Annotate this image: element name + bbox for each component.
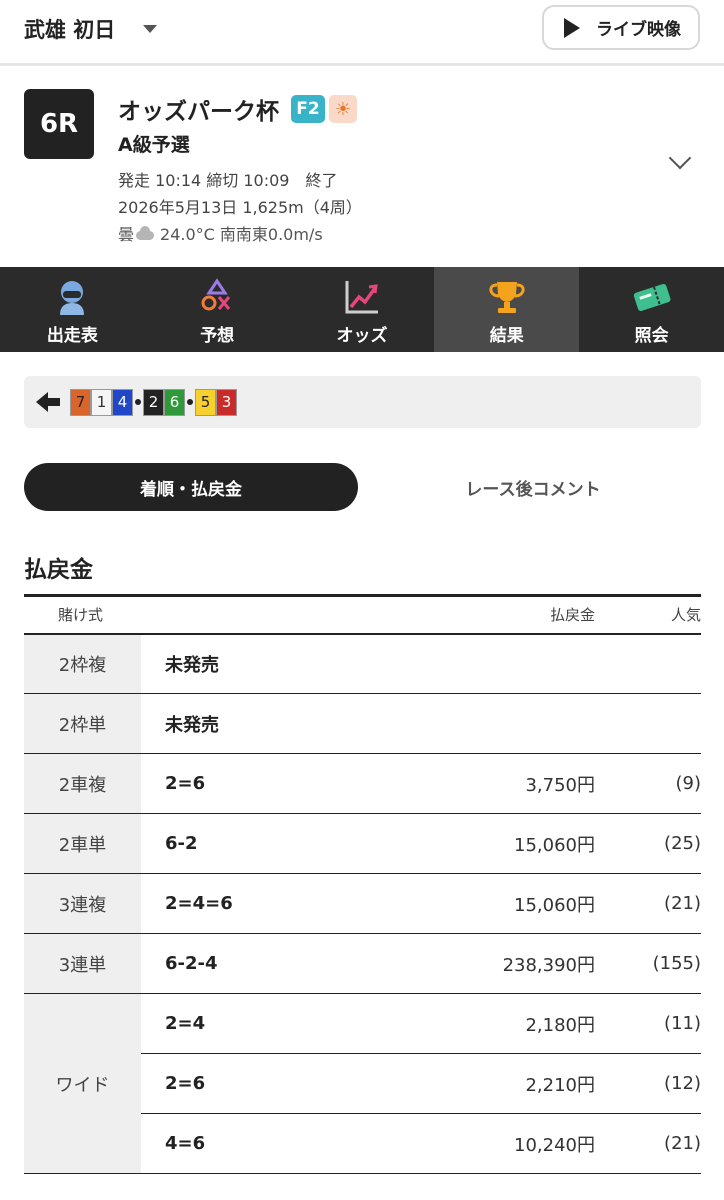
race-class: A級予選 [118,134,190,156]
top-bar: 武雄 初日 ライブ映像 [0,0,724,60]
table-row: 3連複 2=4=6 15,060円 (21) [24,873,701,934]
header-payout: 払戻金 [380,594,619,635]
bet-type: 2車単 [24,813,141,874]
header-combination [141,594,380,635]
payout-section-title: 払戻金 [24,557,93,583]
tab-prediction[interactable]: 予想 [145,267,290,352]
table-row: 2車複 2=6 3,750円 (9) [24,753,701,814]
tab-label: 結果 [489,326,524,346]
tab-odds[interactable]: オッズ [290,267,435,352]
combination: 未発売 [141,693,380,754]
payout-amount: 10,240円 [380,1113,619,1174]
bet-type: 2車複 [24,753,141,814]
cloud-icon [136,226,155,240]
popularity: (21) [619,1113,701,1174]
finish-order-strip: 7 1 4 2 6 5 3 [24,376,701,428]
bet-type: 3連複 [24,873,141,934]
combination: 6-2-4 [141,933,380,994]
payout-amount: 15,060円 [380,813,619,874]
separator-dot [187,399,193,405]
ticket-icon [632,277,672,317]
live-video-label: ライブ映像 [596,20,681,40]
bet-type: 3連単 [24,933,141,994]
payout-amount: 2,210円 [380,1053,619,1114]
tab-label: オッズ [336,326,388,346]
payout-amount: 3,750円 [380,753,619,814]
header-popularity: 人気 [619,594,701,635]
header-bet-type: 賭け式 [24,594,141,635]
payout-amount: 15,060円 [380,873,619,934]
sun-icon: ☀ [329,95,357,123]
payout-header-row: 賭け式 払戻金 人気 [24,594,701,635]
arrow-left-icon [36,392,60,412]
separator-dot [135,399,141,405]
table-row: 2車単 6-2 15,060円 (25) [24,813,701,874]
tab-navigation: 出走表 予想 オッズ 結果 照会 [0,267,724,352]
tab-label: 予想 [200,326,235,346]
tab-label: 照会 [634,326,669,346]
popularity: (155) [619,933,701,994]
venue-day-selector[interactable]: 武雄 初日 [24,14,158,44]
payout-amount [380,633,619,694]
race-number-badge: 6R [24,89,94,159]
chevron-down-icon[interactable] [668,146,692,170]
combination: 2=6 [141,753,380,814]
race-title: オッズパーク杯 [118,99,279,125]
segment-post-race-comment[interactable]: レース後コメント [366,463,700,511]
play-icon [564,17,580,38]
combination: 2=4 [141,993,380,1054]
live-video-button[interactable]: ライブ映像 [542,5,700,50]
payout-amount: 238,390円 [380,933,619,994]
bike-number-chip: 6 [164,388,185,416]
popularity: (12) [619,1053,701,1114]
popularity: (25) [619,813,701,874]
table-row: ワイド 2=4 2,180円 (11) [24,993,701,1174]
combination: 6-2 [141,813,380,874]
combination: 2=4=6 [141,873,380,934]
odds-chart-icon [342,277,382,317]
payout-table: 賭け式 払戻金 人気 2枠複 未発売 2枠単 未発売 2車複 2=6 3,750… [24,594,701,1174]
popularity [619,633,701,694]
prediction-icon [197,277,237,317]
table-row: 2枠複 未発売 [24,633,701,694]
bet-type-wide: ワイド [24,993,141,1174]
popularity: (21) [619,873,701,934]
popularity: (9) [619,753,701,814]
header-divider [0,63,724,66]
race-title-row: オッズパーク杯 F2 ☀ [118,92,357,126]
popularity: (11) [619,993,701,1054]
popularity [619,693,701,754]
tab-entry-list[interactable]: 出走表 [0,267,145,352]
payout-amount: 2,180円 [380,993,619,1054]
bet-type: 2枠単 [24,693,141,754]
bike-number-chip: 5 [195,388,216,416]
segment-order-payout[interactable]: 着順・払戻金 [24,463,358,511]
weather-conditions: 24.0°C 南南東0.0m/s [160,225,323,244]
bike-number-chip: 3 [216,388,237,416]
race-time-info: 発走 10:14 締切 10:09 終了 [118,171,338,190]
tab-label: 出走表 [46,326,98,346]
tab-inquiry[interactable]: 照会 [579,267,724,352]
race-weather: 曇 24.0°C 南南東0.0m/s [118,221,323,245]
grade-badge: F2 [291,95,325,123]
tab-results[interactable]: 結果 [434,267,580,352]
table-row: 3連単 6-2-4 238,390円 (155) [24,933,701,994]
combination: 4=6 [141,1113,380,1174]
bike-number-chip: 2 [143,388,164,416]
weather-text: 曇 [118,225,135,244]
combination: 未発売 [141,633,380,694]
payout-amount [380,693,619,754]
table-row: 2枠単 未発売 [24,693,701,754]
race-date-distance: 2026年5月13日 1,625m（4周） [118,198,362,217]
combination: 2=6 [141,1053,380,1114]
bike-number-chip: 7 [70,388,91,416]
bike-number-chip: 4 [112,388,133,416]
caret-down-icon [143,25,158,33]
rider-icon [52,277,92,317]
bet-type: 2枠複 [24,633,141,694]
trophy-icon [487,277,527,317]
venue-day-label: 武雄 初日 [24,18,116,42]
bike-number-chip: 1 [91,388,112,416]
